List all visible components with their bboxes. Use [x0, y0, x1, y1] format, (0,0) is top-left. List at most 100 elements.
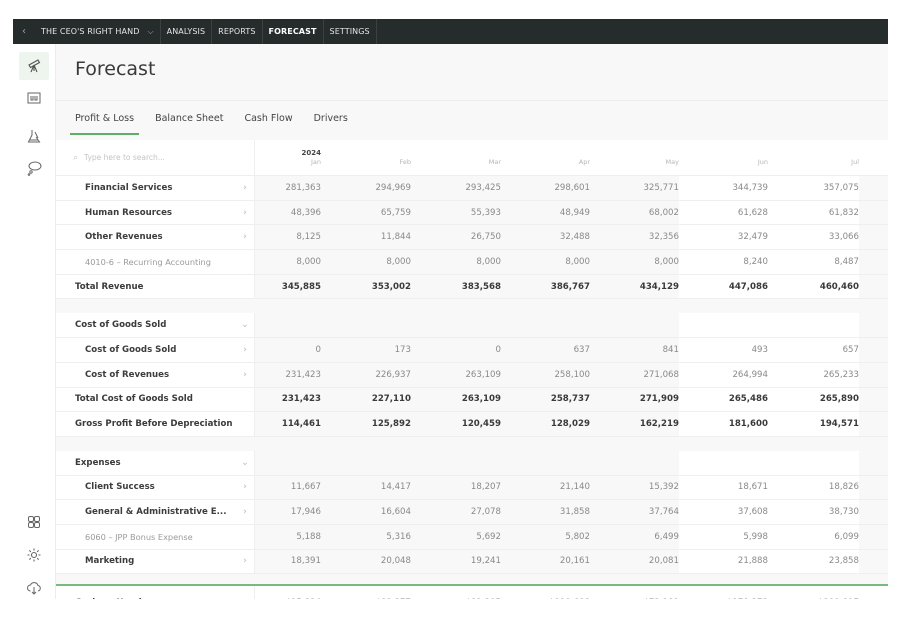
row-label: Cash on Hand: [75, 598, 236, 599]
row-label-cell[interactable]: Cost of Revenues ›: [56, 362, 255, 387]
value-cell: 18,391: [255, 549, 321, 574]
row-label-cell[interactable]: Other Revenues ›: [56, 225, 255, 250]
tab-drivers[interactable]: Drivers: [314, 113, 348, 135]
company-switcher[interactable]: THE CEO'S RIGHT HAND ⌵: [35, 19, 161, 44]
value-cell: 231,423: [255, 362, 321, 387]
tab-cash-flow[interactable]: Cash Flow: [244, 113, 292, 135]
app-window: ‹ THE CEO'S RIGHT HAND ⌵ ANALYSIS REPORT…: [13, 19, 888, 599]
month-label: Jun: [757, 158, 768, 166]
nav-forecast[interactable]: FORECAST: [263, 19, 324, 44]
value-cell: 26,750: [411, 225, 501, 250]
value-cell: [255, 450, 321, 475]
value-cell: 20,081: [590, 549, 679, 574]
cloud-download-icon[interactable]: [19, 574, 49, 599]
row-label-cell[interactable]: Expenses ⌄: [56, 450, 255, 475]
thought-bubble-icon[interactable]: [19, 154, 49, 182]
search-placeholder: Type here to search...: [84, 153, 165, 162]
value-cell: 65,759: [321, 200, 411, 225]
month-label: Jul: [851, 158, 859, 166]
sidebar: [13, 44, 56, 599]
nav-settings[interactable]: SETTINGS: [324, 19, 377, 44]
chevron-right-icon[interactable]: ›: [236, 370, 254, 380]
settings-gear-icon[interactable]: [19, 541, 49, 569]
chevron-up-icon[interactable]: ︿: [236, 597, 254, 600]
value-cell: [411, 450, 501, 475]
lab-flask-icon[interactable]: [19, 122, 49, 150]
value-cell: 325,771: [590, 176, 679, 200]
value-cell: 8,000: [321, 250, 411, 274]
report-tabs: Profit & Loss Balance Sheet Cash Flow Dr…: [56, 100, 888, 140]
year-label: 2024: [301, 149, 321, 157]
tab-balance-sheet[interactable]: Balance Sheet: [155, 113, 223, 135]
value-cell: 841: [590, 338, 679, 362]
cash-on-hand-label[interactable]: Cash on Hand ︿: [56, 586, 255, 599]
row-label-cell[interactable]: Cost of Goods Sold ⌄: [56, 313, 255, 338]
row-label: Expenses: [75, 457, 121, 468]
value-cell: 281,363: [255, 176, 321, 200]
month-label: Mar: [488, 158, 501, 166]
chevron-down-icon[interactable]: ⌄: [236, 458, 254, 468]
value-cell: 128,029: [501, 412, 590, 436]
nav-analysis[interactable]: ANALYSIS: [161, 19, 213, 44]
row-label: Total Revenue: [75, 281, 144, 292]
value-cell: 258,100: [501, 362, 590, 387]
map-icon[interactable]: [19, 84, 49, 112]
chevron-left-icon[interactable]: ‹: [13, 26, 35, 37]
row-label-cell[interactable]: Marketing ›: [56, 549, 255, 574]
row-label-cell[interactable]: Financial Services ›: [56, 176, 255, 200]
value-cell: 23,858: [768, 549, 859, 574]
value-cell: 18,207: [411, 475, 501, 500]
month-header-may: May: [590, 140, 679, 175]
value-cell: 345,885: [255, 274, 321, 299]
value-cell: 18,671: [679, 475, 768, 500]
value-cell: 181,600: [679, 412, 768, 436]
value-cell: 120,459: [411, 412, 501, 436]
value-cell: 298,601: [501, 176, 590, 200]
search-input[interactable]: ⌕ Type here to search...: [56, 140, 255, 175]
row-label-cell[interactable]: Client Success ›: [56, 475, 255, 500]
row-label-cell[interactable]: General & Administrative E... ›: [56, 500, 255, 524]
value-cell: 434,129: [590, 274, 679, 299]
value-cell: 32,479: [679, 225, 768, 250]
value-cell: 15,392: [590, 475, 679, 500]
value-cell: 657: [768, 338, 859, 362]
chevron-right-icon[interactable]: ›: [236, 482, 254, 492]
table-row: Financial Services › 281,363 294,969 293,425…: [56, 176, 888, 201]
chevron-right-icon[interactable]: ›: [236, 556, 254, 566]
row-label-cell[interactable]: Cost of Goods Sold ›: [56, 338, 255, 362]
value-cell: 294,969: [321, 176, 411, 200]
chevron-right-icon[interactable]: ›: [236, 208, 254, 218]
table-row: Human Resources › 48,396 65,759 55,393 48,949…: [56, 200, 888, 226]
chevron-down-icon[interactable]: ⌄: [236, 320, 254, 330]
table-row: Expenses ⌄: [56, 450, 888, 476]
row-label: 4010-6 – Recurring Accounting: [85, 256, 211, 267]
value-cell: 293,425: [411, 176, 501, 200]
value-cell: 114,461: [255, 412, 321, 436]
value-cell: [321, 313, 411, 338]
value-cell: [768, 450, 859, 475]
chevron-right-icon[interactable]: ›: [236, 232, 254, 242]
value-cell: 353,002: [321, 274, 411, 299]
chevron-right-icon[interactable]: ›: [236, 183, 254, 193]
integrations-icon[interactable]: [19, 508, 49, 536]
nav-reports[interactable]: REPORTS: [212, 19, 263, 44]
telescope-icon[interactable]: [19, 52, 49, 80]
value-cell: 6,499: [590, 524, 679, 549]
value-cell: 226,937: [321, 362, 411, 387]
value-cell: [255, 313, 321, 338]
row-label-cell[interactable]: Human Resources ›: [56, 200, 255, 225]
value-cell: 19,241: [411, 549, 501, 574]
value-cell: 125,892: [321, 412, 411, 436]
chevron-right-icon[interactable]: ›: [236, 345, 254, 355]
tab-profit-loss[interactable]: Profit & Loss: [69, 113, 140, 135]
chevron-right-icon[interactable]: ›: [236, 507, 254, 517]
value-cell: 8,487: [768, 250, 859, 274]
month-header-mar: Mar: [411, 140, 501, 175]
value-cell: 6,099: [768, 524, 859, 549]
value-cell: 37,764: [590, 500, 679, 524]
value-cell: 5,316: [321, 524, 411, 549]
value-cell: 21,888: [679, 549, 768, 574]
value-cell: 447,086: [679, 274, 768, 299]
value-cell: 20,048: [321, 549, 411, 574]
value-cell: 8,125: [255, 225, 321, 250]
